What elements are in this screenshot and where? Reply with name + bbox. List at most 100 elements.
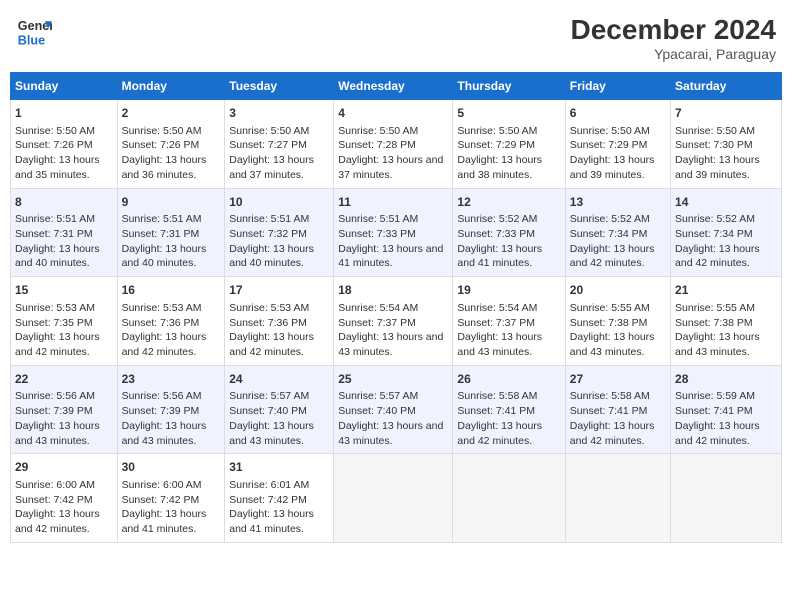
sunset-text: Sunset: 7:42 PM — [122, 493, 221, 508]
header-row: SundayMondayTuesdayWednesdayThursdayFrid… — [11, 73, 782, 100]
calendar-cell: 6Sunrise: 5:50 AMSunset: 7:29 PMDaylight… — [565, 100, 670, 189]
daylight-text: Daylight: 13 hours and 40 minutes. — [229, 242, 329, 271]
sunrise-text: Sunrise: 5:53 AM — [122, 301, 221, 316]
calendar-cell: 17Sunrise: 5:53 AMSunset: 7:36 PMDayligh… — [225, 277, 334, 366]
sunset-text: Sunset: 7:40 PM — [338, 404, 448, 419]
day-number: 10 — [229, 194, 329, 211]
day-number: 30 — [122, 459, 221, 476]
daylight-text: Daylight: 13 hours and 43 minutes. — [457, 330, 560, 359]
sunrise-text: Sunrise: 6:01 AM — [229, 478, 329, 493]
calendar-cell: 31Sunrise: 6:01 AMSunset: 7:42 PMDayligh… — [225, 454, 334, 543]
sunset-text: Sunset: 7:40 PM — [229, 404, 329, 419]
sunrise-text: Sunrise: 5:54 AM — [457, 301, 560, 316]
day-number: 28 — [675, 371, 777, 388]
calendar-cell: 9Sunrise: 5:51 AMSunset: 7:31 PMDaylight… — [117, 188, 225, 277]
sunset-text: Sunset: 7:29 PM — [570, 138, 666, 153]
sunset-text: Sunset: 7:31 PM — [15, 227, 113, 242]
sunset-text: Sunset: 7:33 PM — [457, 227, 560, 242]
sunset-text: Sunset: 7:27 PM — [229, 138, 329, 153]
day-number: 8 — [15, 194, 113, 211]
daylight-text: Daylight: 13 hours and 41 minutes. — [122, 507, 221, 536]
sunrise-text: Sunrise: 5:52 AM — [457, 212, 560, 227]
calendar-cell: 28Sunrise: 5:59 AMSunset: 7:41 PMDayligh… — [671, 365, 782, 454]
sunrise-text: Sunrise: 5:56 AM — [122, 389, 221, 404]
main-title: December 2024 — [571, 14, 776, 46]
sunset-text: Sunset: 7:42 PM — [229, 493, 329, 508]
daylight-text: Daylight: 13 hours and 40 minutes. — [15, 242, 113, 271]
daylight-text: Daylight: 13 hours and 42 minutes. — [15, 507, 113, 536]
svg-text:Blue: Blue — [18, 34, 45, 48]
sunrise-text: Sunrise: 5:57 AM — [229, 389, 329, 404]
day-number: 3 — [229, 105, 329, 122]
sunset-text: Sunset: 7:41 PM — [570, 404, 666, 419]
calendar-week-row: 29Sunrise: 6:00 AMSunset: 7:42 PMDayligh… — [11, 454, 782, 543]
day-number: 1 — [15, 105, 113, 122]
sunset-text: Sunset: 7:34 PM — [675, 227, 777, 242]
calendar-cell: 21Sunrise: 5:55 AMSunset: 7:38 PMDayligh… — [671, 277, 782, 366]
daylight-text: Daylight: 13 hours and 43 minutes. — [122, 419, 221, 448]
calendar-cell: 23Sunrise: 5:56 AMSunset: 7:39 PMDayligh… — [117, 365, 225, 454]
sunset-text: Sunset: 7:38 PM — [675, 316, 777, 331]
calendar-cell: 1Sunrise: 5:50 AMSunset: 7:26 PMDaylight… — [11, 100, 118, 189]
calendar-cell — [334, 454, 453, 543]
day-header-friday: Friday — [565, 73, 670, 100]
logo-icon: General Blue — [16, 14, 52, 50]
day-number: 22 — [15, 371, 113, 388]
daylight-text: Daylight: 13 hours and 40 minutes. — [122, 242, 221, 271]
daylight-text: Daylight: 13 hours and 36 minutes. — [122, 153, 221, 182]
calendar-cell: 18Sunrise: 5:54 AMSunset: 7:37 PMDayligh… — [334, 277, 453, 366]
day-number: 16 — [122, 282, 221, 299]
subtitle: Ypacarai, Paraguay — [571, 46, 776, 62]
daylight-text: Daylight: 13 hours and 35 minutes. — [15, 153, 113, 182]
day-number: 4 — [338, 105, 448, 122]
sunset-text: Sunset: 7:36 PM — [229, 316, 329, 331]
daylight-text: Daylight: 13 hours and 42 minutes. — [229, 330, 329, 359]
calendar-week-row: 1Sunrise: 5:50 AMSunset: 7:26 PMDaylight… — [11, 100, 782, 189]
sunset-text: Sunset: 7:39 PM — [122, 404, 221, 419]
day-number: 9 — [122, 194, 221, 211]
day-header-monday: Monday — [117, 73, 225, 100]
day-number: 14 — [675, 194, 777, 211]
calendar-cell: 20Sunrise: 5:55 AMSunset: 7:38 PMDayligh… — [565, 277, 670, 366]
day-number: 12 — [457, 194, 560, 211]
calendar-cell: 13Sunrise: 5:52 AMSunset: 7:34 PMDayligh… — [565, 188, 670, 277]
sunrise-text: Sunrise: 5:50 AM — [338, 124, 448, 139]
header: General Blue December 2024 Ypacarai, Par… — [10, 10, 782, 66]
daylight-text: Daylight: 13 hours and 42 minutes. — [675, 419, 777, 448]
day-number: 23 — [122, 371, 221, 388]
calendar-cell: 15Sunrise: 5:53 AMSunset: 7:35 PMDayligh… — [11, 277, 118, 366]
sunrise-text: Sunrise: 5:52 AM — [570, 212, 666, 227]
calendar-cell: 22Sunrise: 5:56 AMSunset: 7:39 PMDayligh… — [11, 365, 118, 454]
calendar-cell: 5Sunrise: 5:50 AMSunset: 7:29 PMDaylight… — [453, 100, 565, 189]
calendar-cell: 10Sunrise: 5:51 AMSunset: 7:32 PMDayligh… — [225, 188, 334, 277]
sunset-text: Sunset: 7:36 PM — [122, 316, 221, 331]
sunset-text: Sunset: 7:29 PM — [457, 138, 560, 153]
day-number: 2 — [122, 105, 221, 122]
sunrise-text: Sunrise: 5:55 AM — [675, 301, 777, 316]
daylight-text: Daylight: 13 hours and 42 minutes. — [122, 330, 221, 359]
sunset-text: Sunset: 7:42 PM — [15, 493, 113, 508]
sunset-text: Sunset: 7:26 PM — [122, 138, 221, 153]
calendar-cell: 4Sunrise: 5:50 AMSunset: 7:28 PMDaylight… — [334, 100, 453, 189]
sunrise-text: Sunrise: 5:58 AM — [457, 389, 560, 404]
sunrise-text: Sunrise: 5:54 AM — [338, 301, 448, 316]
day-header-saturday: Saturday — [671, 73, 782, 100]
sunrise-text: Sunrise: 5:53 AM — [15, 301, 113, 316]
calendar-cell: 12Sunrise: 5:52 AMSunset: 7:33 PMDayligh… — [453, 188, 565, 277]
day-number: 19 — [457, 282, 560, 299]
calendar-cell: 19Sunrise: 5:54 AMSunset: 7:37 PMDayligh… — [453, 277, 565, 366]
daylight-text: Daylight: 13 hours and 43 minutes. — [229, 419, 329, 448]
daylight-text: Daylight: 13 hours and 42 minutes. — [570, 242, 666, 271]
calendar-week-row: 15Sunrise: 5:53 AMSunset: 7:35 PMDayligh… — [11, 277, 782, 366]
calendar-cell: 25Sunrise: 5:57 AMSunset: 7:40 PMDayligh… — [334, 365, 453, 454]
day-number: 5 — [457, 105, 560, 122]
daylight-text: Daylight: 13 hours and 42 minutes. — [570, 419, 666, 448]
day-number: 24 — [229, 371, 329, 388]
sunset-text: Sunset: 7:39 PM — [15, 404, 113, 419]
day-header-thursday: Thursday — [453, 73, 565, 100]
sunrise-text: Sunrise: 5:51 AM — [229, 212, 329, 227]
sunset-text: Sunset: 7:35 PM — [15, 316, 113, 331]
day-number: 25 — [338, 371, 448, 388]
day-number: 17 — [229, 282, 329, 299]
sunrise-text: Sunrise: 5:51 AM — [15, 212, 113, 227]
